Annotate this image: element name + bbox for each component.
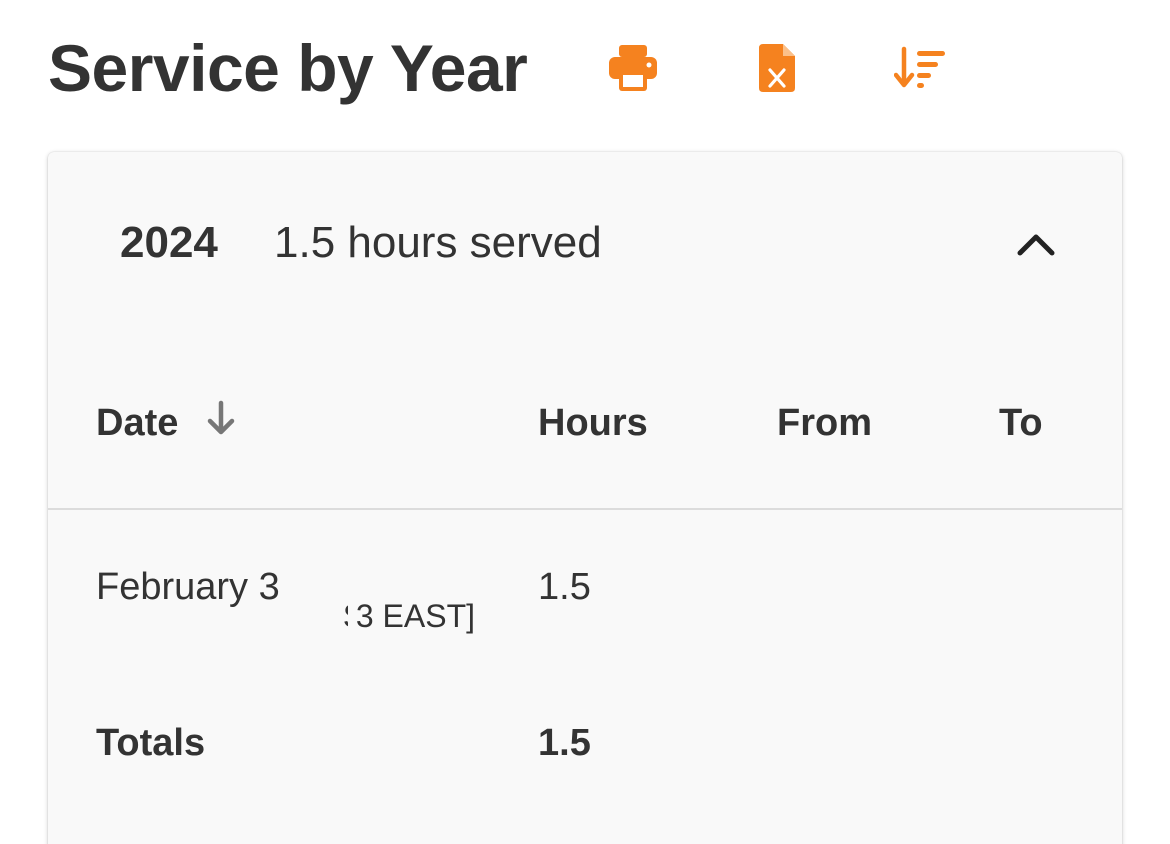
header-divider	[48, 508, 1122, 510]
column-header-hours[interactable]: Hours	[538, 402, 648, 445]
row-hours: 1.5	[538, 566, 591, 608]
totals-hours: 1.5	[538, 722, 591, 764]
row-date: February 3	[96, 566, 280, 608]
column-header-date[interactable]: Date	[96, 400, 237, 446]
sort-descending-icon	[894, 46, 945, 88]
column-header-to[interactable]: To	[999, 402, 1043, 445]
chevron-up-icon	[1017, 234, 1055, 256]
hours-served-summary: 1.5 hours served	[274, 218, 602, 267]
sort-direction	[205, 400, 237, 446]
collapse-toggle[interactable]	[1014, 222, 1058, 266]
row-location-clip: S3 EAST]	[325, 598, 475, 638]
column-header-date-label: Date	[96, 402, 179, 444]
row-location-text: 3 EAST]	[355, 598, 475, 634]
arrow-down-icon	[207, 400, 235, 435]
page-title: Service by Year	[48, 31, 528, 105]
print-icon	[609, 45, 657, 91]
year-panel-header[interactable]: 2024 1.5 hours served	[48, 152, 1122, 342]
page-header: Service by Year	[48, 28, 528, 108]
excel-export-icon	[759, 44, 795, 92]
row-location-partial-glyph: S	[343, 598, 348, 635]
export-excel-button[interactable]	[749, 40, 805, 96]
print-button[interactable]	[605, 40, 661, 96]
column-header-from[interactable]: From	[777, 402, 872, 445]
sort-button[interactable]	[893, 40, 949, 96]
totals-label: Totals	[96, 722, 206, 764]
service-by-year-page: Service by Year 2024 1.5 hours served Da…	[0, 0, 1170, 844]
year-label: 2024	[120, 218, 218, 267]
year-card: 2024 1.5 hours served Date Hours From To	[48, 152, 1122, 844]
row-location: S3 EAST]	[343, 598, 475, 635]
